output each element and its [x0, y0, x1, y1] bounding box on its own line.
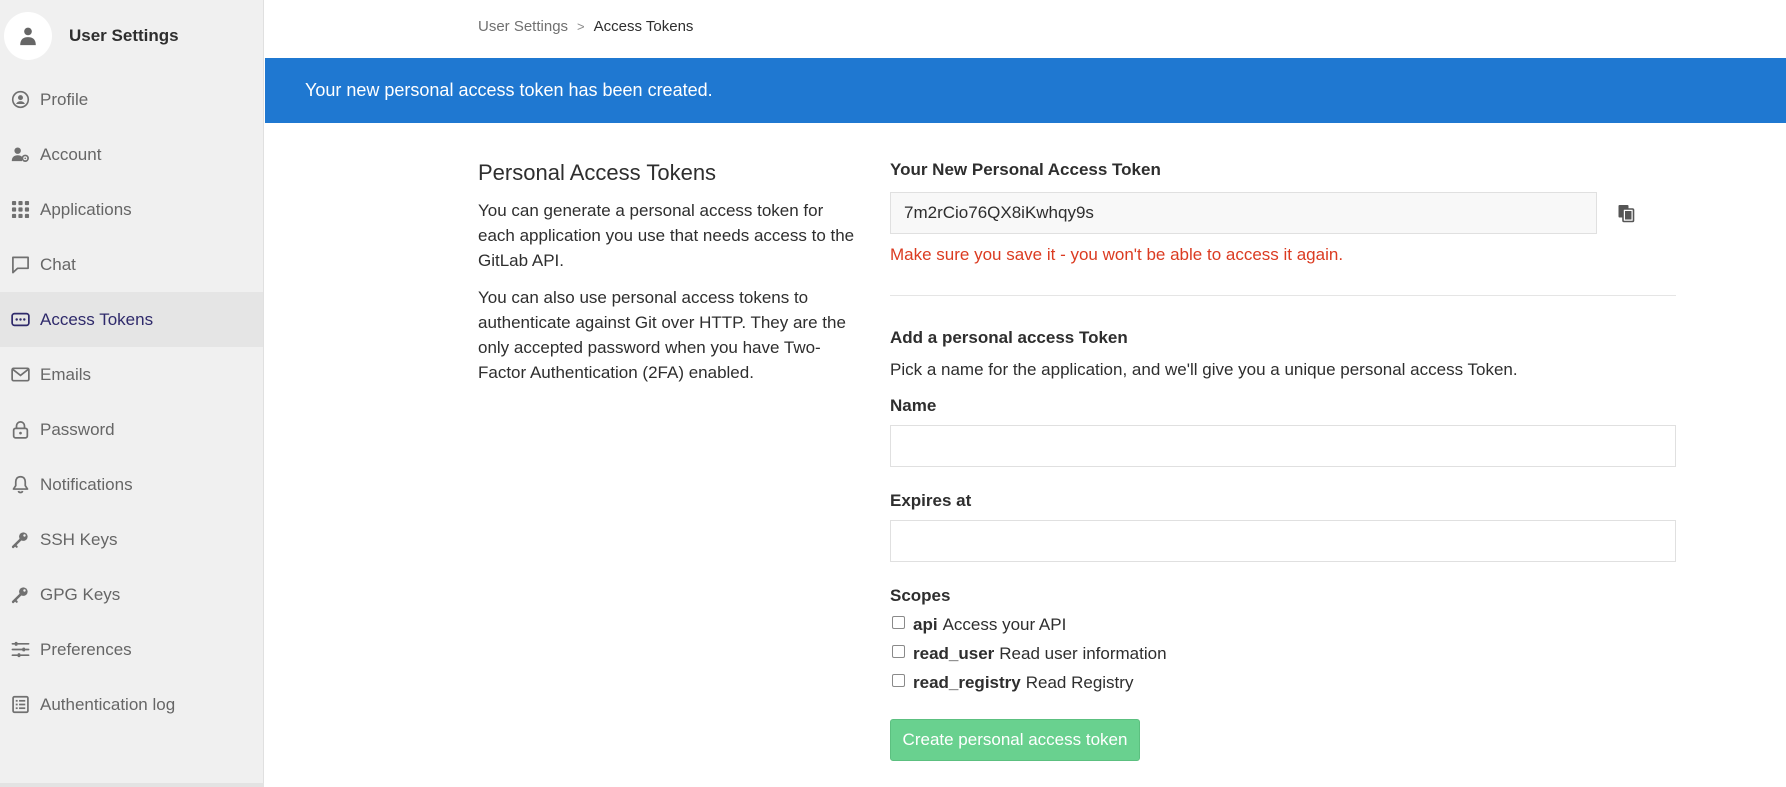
sidebar-nav: Profile Account Applications Chat Access… — [0, 72, 263, 732]
clipboard-icon — [1618, 205, 1635, 223]
sidebar-item-profile[interactable]: Profile — [0, 72, 263, 127]
new-token-label: Your New Personal Access Token — [890, 160, 1161, 179]
sidebar-item-account[interactable]: Account — [0, 127, 263, 182]
scope-description: Access your API — [942, 615, 1067, 634]
scope-name: read_registry — [913, 673, 1021, 692]
sidebar-item-label: Applications — [40, 199, 132, 219]
intro-paragraph: You can also use personal access tokens … — [478, 288, 846, 382]
add-token-title: Add a personal access Token — [890, 328, 1128, 347]
new-token-row: 7m2rCio76QX8iKwhqy9s — [890, 192, 1676, 234]
scope-read-registry-checkbox[interactable] — [892, 673, 905, 687]
sidebar-item-access-tokens[interactable]: Access Tokens — [0, 292, 263, 347]
envelope-icon — [10, 365, 30, 385]
scope-name: read_user — [913, 644, 995, 663]
sidebar-item-label: Profile — [40, 89, 89, 109]
sidebar-item-label: Account — [40, 144, 102, 164]
sidebar-item-ssh-keys[interactable]: SSH Keys — [0, 512, 263, 567]
scope-description: Read user information — [999, 644, 1167, 663]
sidebar-item-label: Chat — [40, 254, 76, 274]
sidebar-item-label: Authentication log — [40, 694, 176, 714]
account-icon — [10, 145, 30, 165]
sidebar-item-label: Access Tokens — [40, 309, 154, 329]
breadcrumb-parent[interactable]: User Settings — [478, 18, 568, 35]
divider — [890, 295, 1676, 296]
save-warning: Make sure you save it - you won't be abl… — [890, 245, 1344, 264]
access-tokens-icon — [10, 310, 30, 330]
sidebar-item-label: SSH Keys — [40, 529, 118, 549]
add-token-description: Pick a name for the application, and we'… — [890, 360, 1518, 379]
sidebar-title: User Settings — [69, 26, 179, 45]
flash-notice: Your new personal access token has been … — [265, 58, 1786, 123]
chat-icon — [10, 255, 30, 275]
log-icon — [10, 695, 30, 715]
intro-paragraph: You can generate a personal access token… — [478, 201, 855, 270]
sidebar-item-label: GPG Keys — [40, 584, 121, 604]
key-icon — [10, 530, 30, 550]
copy-token-button[interactable] — [1613, 200, 1639, 226]
token-section: Your New Personal Access Token 7m2rCio76… — [890, 160, 1676, 761]
expires-at-input[interactable] — [890, 520, 1676, 562]
sidebar-item-label: Password — [40, 419, 115, 439]
sidebar-item-applications[interactable]: Applications — [0, 182, 263, 237]
main-content: User Settings > Access Tokens Your new p… — [265, 0, 1786, 787]
sidebar-item-chat[interactable]: Chat — [0, 237, 263, 292]
intro-section: Personal Access Tokens You can generate … — [478, 160, 858, 397]
name-label: Name — [890, 396, 937, 415]
create-token-button[interactable]: Create personal access token — [890, 719, 1140, 761]
sidebar-item-password[interactable]: Password — [0, 402, 263, 457]
scope-read-user-checkbox[interactable] — [892, 644, 905, 658]
name-input[interactable] — [890, 425, 1676, 467]
scope-description: Read Registry — [1025, 673, 1134, 692]
sidebar-item-notifications[interactable]: Notifications — [0, 457, 263, 512]
lock-icon — [10, 420, 30, 440]
sidebar-header: User Settings — [0, 0, 263, 72]
scope-read-registry: read_registry Read Registry — [890, 673, 1676, 693]
scope-api: api Access your API — [890, 615, 1676, 635]
scope-api-checkbox[interactable] — [892, 615, 905, 629]
scope-read-user: read_user Read user information — [890, 644, 1676, 664]
sidebar-collapse-bar — [0, 783, 264, 787]
sidebar-item-emails[interactable]: Emails — [0, 347, 263, 402]
flash-message: Your new personal access token has been … — [305, 80, 713, 100]
applications-icon — [10, 200, 30, 220]
breadcrumb-separator: > — [577, 19, 585, 34]
avatar[interactable] — [4, 12, 52, 60]
bell-icon — [10, 475, 30, 495]
scope-name: api — [913, 615, 938, 634]
sidebar-item-gpg-keys[interactable]: GPG Keys — [0, 567, 263, 622]
sidebar-item-label: Preferences — [40, 639, 132, 659]
breadcrumb-current: Access Tokens — [593, 18, 694, 35]
new-token-field[interactable]: 7m2rCio76QX8iKwhqy9s — [890, 192, 1597, 234]
page-title: Personal Access Tokens — [478, 160, 717, 185]
key-icon — [10, 585, 30, 605]
sidebar-item-label: Notifications — [40, 474, 133, 494]
user-avatar-icon — [20, 27, 36, 46]
profile-icon — [10, 90, 30, 110]
sidebar-item-preferences[interactable]: Preferences — [0, 622, 263, 677]
sidebar-item-authentication-log[interactable]: Authentication log — [0, 677, 263, 732]
sidebar-item-label: Emails — [40, 364, 92, 384]
breadcrumb: User Settings > Access Tokens — [478, 18, 693, 35]
expires-label: Expires at — [890, 491, 972, 510]
sidebar: User Settings Profile Account Applicatio… — [0, 0, 264, 787]
preferences-icon — [10, 640, 30, 660]
scopes-label: Scopes — [890, 586, 951, 605]
